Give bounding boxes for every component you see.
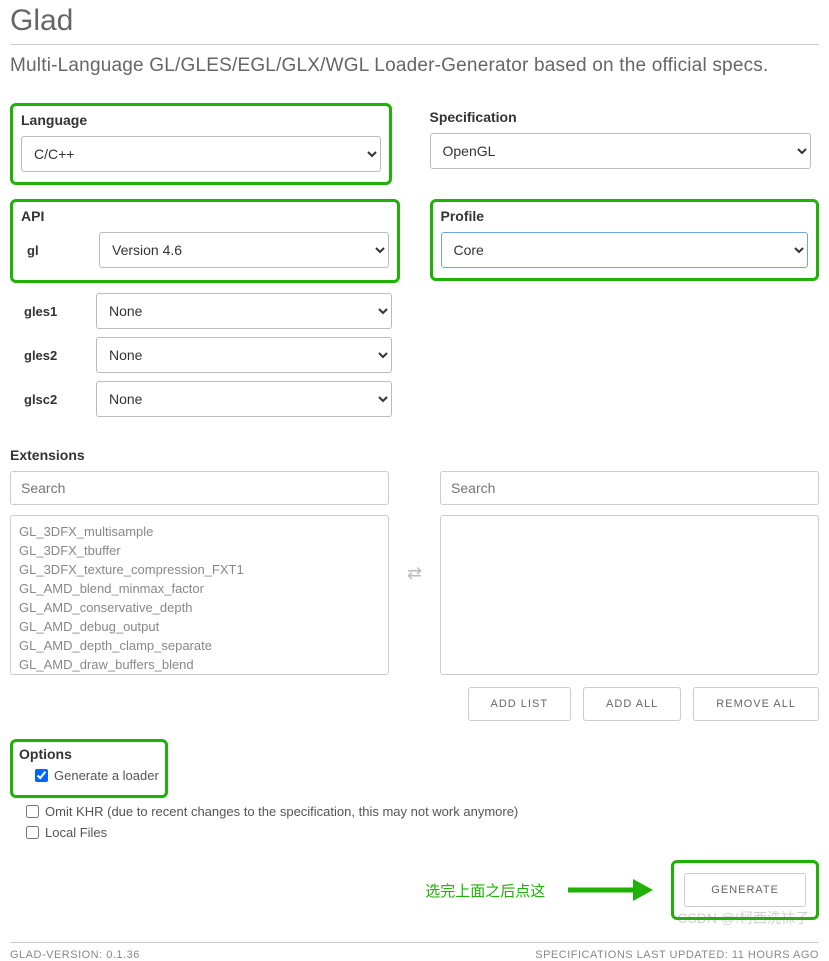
api-gl-select[interactable]: Version 4.6 (99, 232, 389, 268)
ext-item[interactable]: GL_3DFX_texture_compression_FXT1 (19, 560, 380, 579)
generate-loader-checkbox[interactable] (35, 769, 48, 782)
ext-item[interactable]: GL_3DFX_multisample (19, 522, 380, 541)
ext-item[interactable]: GL_AMD_depth_clamp_separate (19, 636, 380, 655)
language-select[interactable]: C/C++ (21, 136, 381, 172)
local-files-label: Local Files (45, 825, 107, 840)
generate-highlight: GENERATE (671, 860, 819, 920)
api-section: API gl Version 4.6 (10, 199, 400, 283)
options-highlight: Options Generate a loader (10, 739, 168, 798)
api-gles2-select[interactable]: None (96, 337, 392, 373)
ext-item[interactable]: GL_3DFX_tbuffer (19, 541, 380, 560)
local-files-checkbox[interactable] (26, 826, 39, 839)
profile-select[interactable]: Core (441, 232, 809, 268)
profile-label: Profile (441, 208, 809, 224)
footer-version: GLAD-VERSION: 0.1.36 (10, 949, 140, 961)
language-section: Language C/C++ (10, 103, 392, 185)
api-label: API (21, 208, 389, 224)
generate-loader-label: Generate a loader (54, 768, 159, 783)
language-label: Language (21, 112, 381, 128)
header: Glad (10, 0, 819, 45)
add-list-button[interactable]: ADD LIST (468, 687, 572, 721)
options-label: Options (19, 746, 159, 762)
remove-all-button[interactable]: REMOVE ALL (693, 687, 819, 721)
extensions-selected-list[interactable] (440, 515, 819, 675)
options-section: Options Generate a loader Omit KHR (due … (10, 739, 819, 840)
extensions-search-right[interactable] (440, 471, 819, 505)
api-glsc2-label: glsc2 (18, 392, 96, 407)
api-gles1-label: gles1 (18, 304, 96, 319)
annotation-text: 选完上面之后点这 (425, 880, 545, 901)
api-gles1-select[interactable]: None (96, 293, 392, 329)
specification-label: Specification (430, 109, 812, 125)
api-gl-label: gl (21, 243, 99, 258)
omit-khr-label: Omit KHR (due to recent changes to the s… (45, 804, 518, 819)
specification-select[interactable]: OpenGL (430, 133, 812, 169)
ext-item[interactable]: GL_AMD_draw_buffers_blend (19, 655, 380, 674)
api-glsc2-select[interactable]: None (96, 381, 392, 417)
subtitle: Multi-Language GL/GLES/EGL/GLX/WGL Loade… (10, 55, 819, 77)
profile-section: Profile Core (430, 199, 820, 281)
footer: GLAD-VERSION: 0.1.36 SPECIFICATIONS LAST… (10, 942, 819, 961)
extensions-label: Extensions (10, 447, 819, 463)
generate-button[interactable]: GENERATE (684, 873, 806, 907)
ext-item[interactable]: GL_AMD_blend_minmax_factor (19, 579, 380, 598)
page-title: Glad (10, 4, 819, 38)
omit-khr-checkbox[interactable] (26, 805, 39, 818)
extensions-section: Extensions GL_3DFX_multisample GL_3DFX_t… (10, 447, 819, 721)
ext-item[interactable]: GL_AMD_debug_output (19, 617, 380, 636)
arrow-icon (563, 875, 653, 905)
extensions-available-list[interactable]: GL_3DFX_multisample GL_3DFX_tbuffer GL_3… (10, 515, 389, 675)
add-all-button[interactable]: ADD ALL (583, 687, 681, 721)
swap-icon: ⇄ (407, 563, 422, 584)
api-gles2-label: gles2 (18, 348, 96, 363)
ext-item[interactable]: GL_AMD_conservative_depth (19, 598, 380, 617)
extensions-search-left[interactable] (10, 471, 389, 505)
footer-updated: SPECIFICATIONS LAST UPDATED: 11 HOURS AG… (535, 949, 819, 961)
